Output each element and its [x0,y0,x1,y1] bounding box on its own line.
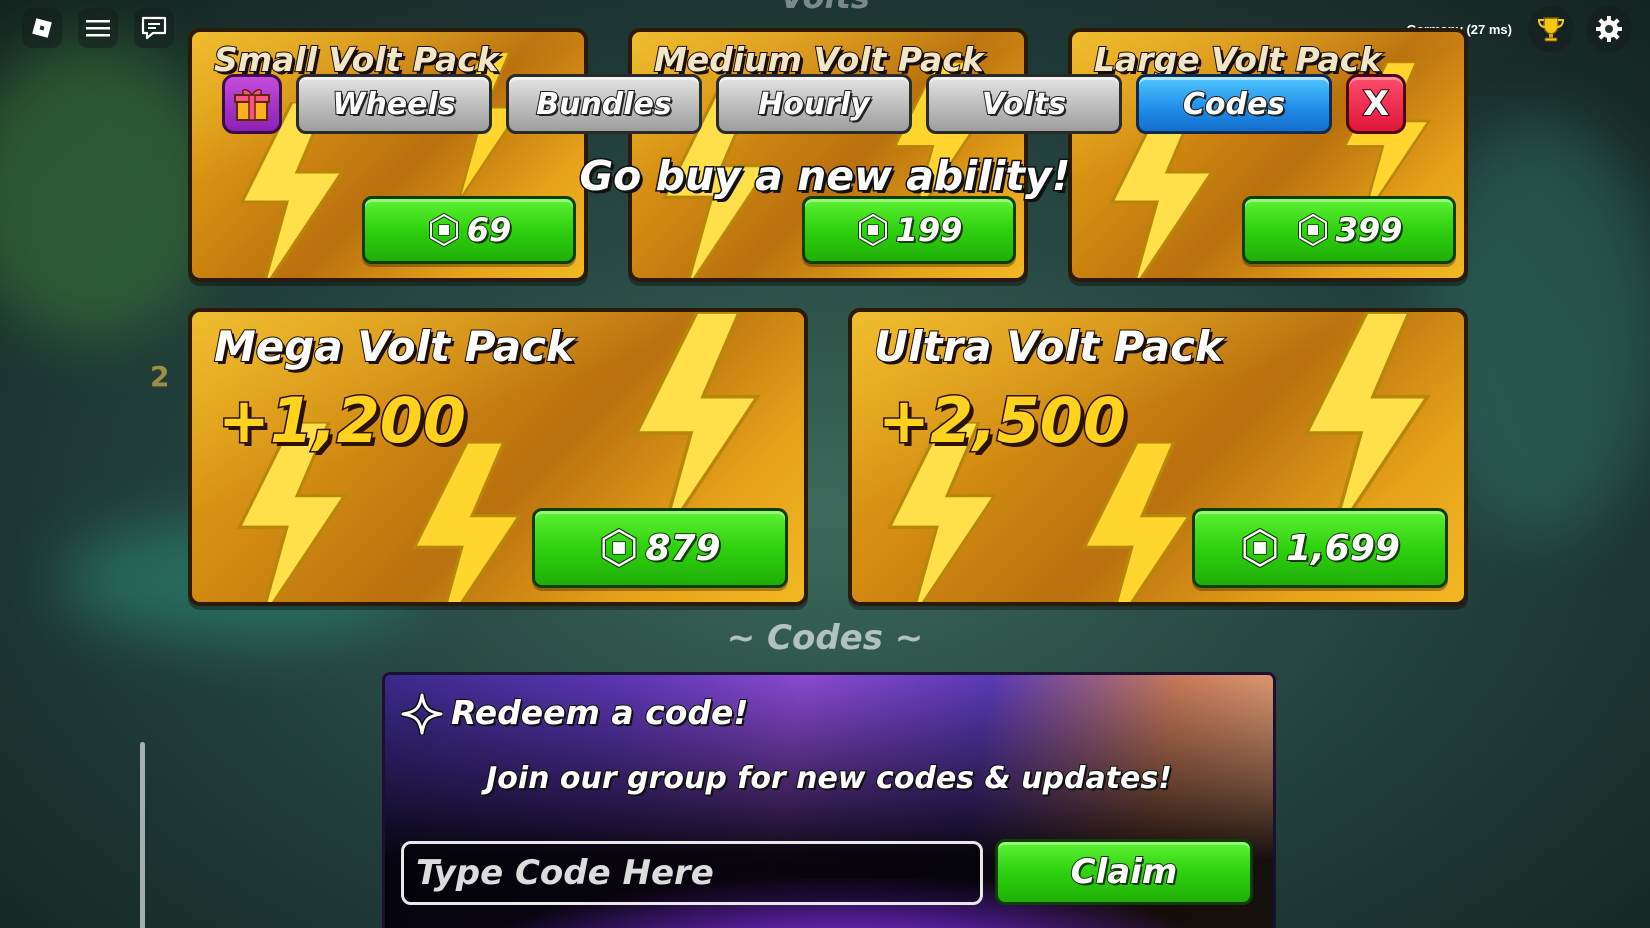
promo-banner-text: Go buy a new ability! [578,151,1072,202]
settings-button[interactable] [1586,6,1632,52]
roblox-logo-button[interactable] [22,8,62,48]
chat-button[interactable] [134,8,174,48]
tab-wheels[interactable]: Wheels [296,74,492,134]
tab-bundles[interactable]: Bundles [506,74,702,134]
roblox-logo-icon [32,18,52,38]
chat-icon [141,16,167,40]
redeem-title: Redeem a code! [450,692,749,733]
price-label: 69 [466,210,513,250]
redeem-code-panel: Redeem a code! Join our group for new co… [382,672,1276,928]
ultra-volt-pack-card: Ultra Volt Pack +2,500 1,699 [848,308,1468,606]
ultra-pack-buy-button[interactable]: 1,699 [1192,508,1448,588]
codes-section-header: ~ Codes ~ [726,618,924,658]
redeem-subtitle: Join our group for new codes & updates! [485,760,1173,797]
price-label: 399 [1335,210,1404,250]
trophy-icon [1537,17,1565,42]
medium-pack-buy-button[interactable]: 199 [802,196,1016,264]
gift-icon [234,88,270,121]
pack-amount: +2,500 [876,383,1127,459]
menu-button[interactable] [78,8,118,48]
pack-title: Mega Volt Pack [213,321,575,372]
lightning-bolt-icon [1081,442,1193,602]
tab-codes[interactable]: Codes [1136,74,1332,134]
shop-tabs: Wheels Bundles Hourly Volts Codes X [222,74,1406,134]
pack-title: Ultra Volt Pack [873,321,1224,372]
gift-button[interactable] [222,74,282,134]
robux-icon [428,213,459,247]
trophy-button[interactable] [1528,6,1574,52]
background-badge: 2 [150,360,170,393]
claim-button[interactable]: Claim [995,839,1253,905]
robux-icon [1242,528,1278,568]
tab-hourly[interactable]: Hourly [716,74,912,134]
hamburger-icon [86,20,110,37]
robux-icon [857,213,888,247]
mega-volt-pack-card: Mega Volt Pack +1,200 879 [188,308,808,606]
roblox-topbar-left [22,8,174,48]
price-label: 199 [895,210,964,250]
pack-amount: +1,200 [216,383,467,459]
robux-icon [1297,213,1328,247]
large-pack-buy-button[interactable]: 399 [1242,196,1456,264]
robux-icon [601,528,638,568]
price-label: 879 [644,527,721,570]
small-pack-buy-button[interactable]: 69 [362,196,576,264]
price-label: 1,699 [1285,527,1401,570]
code-input[interactable] [401,841,983,905]
mega-pack-buy-button[interactable]: 879 [532,508,788,588]
tab-volts[interactable]: Volts [926,74,1122,134]
sparkle-icon [401,693,443,735]
close-button[interactable]: X [1346,74,1406,134]
gear-icon [1596,16,1622,42]
background-header-text: Volts [0,0,1650,16]
background-pole [140,742,145,928]
lightning-bolt-icon [411,442,523,602]
